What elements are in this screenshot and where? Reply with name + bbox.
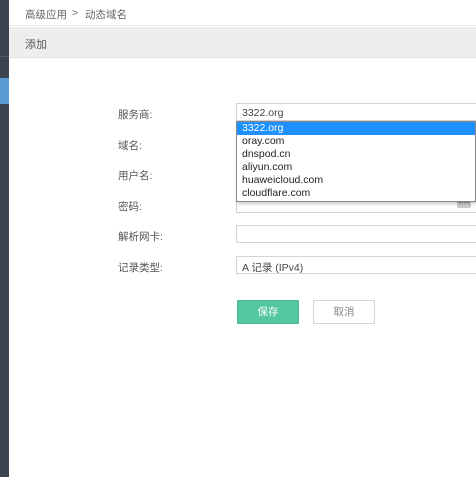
record-type-value: A 记录 (IPv4) — [242, 262, 304, 274]
password-label: 密码: — [118, 201, 142, 213]
sidebar-active-marker[interactable] — [0, 78, 9, 104]
sidebar-strip — [0, 0, 9, 477]
provider-label: 服务商: — [118, 109, 153, 121]
provider-option[interactable]: 3322.org — [237, 122, 475, 135]
page-title: 添加 — [25, 39, 47, 51]
sidebar-divider — [0, 56, 9, 57]
breadcrumb-separator: > — [72, 7, 79, 19]
provider-option[interactable]: oray.com — [237, 135, 475, 148]
record-type-select[interactable]: A 记录 (IPv4) — [236, 256, 476, 274]
provider-option[interactable]: cloudflare.com — [237, 187, 475, 200]
breadcrumb-item-advanced[interactable]: 高级应用 — [25, 7, 67, 22]
cancel-button[interactable]: 取消 — [313, 300, 375, 324]
nic-input[interactable] — [236, 225, 476, 243]
breadcrumb: 高级应用 > 动态域名 — [9, 0, 476, 26]
nic-label: 解析网卡: — [118, 231, 163, 243]
breadcrumb-item-ddns: 动态域名 — [85, 9, 127, 21]
provider-select-value: 3322.org — [242, 107, 284, 119]
domain-label: 域名: — [118, 140, 142, 152]
record-type-label: 记录类型: — [118, 262, 163, 274]
provider-select[interactable]: 3322.org — [236, 103, 476, 121]
username-label: 用户名: — [118, 170, 153, 182]
page-header: 添加 — [9, 27, 476, 58]
provider-option[interactable]: dnspod.cn — [237, 148, 475, 161]
save-button[interactable]: 保存 — [237, 300, 299, 324]
provider-dropdown-list: 3322.org oray.com dnspod.cn aliyun.com h… — [236, 121, 476, 202]
provider-option[interactable]: aliyun.com — [237, 161, 475, 174]
provider-option[interactable]: huaweicloud.com — [237, 174, 475, 187]
